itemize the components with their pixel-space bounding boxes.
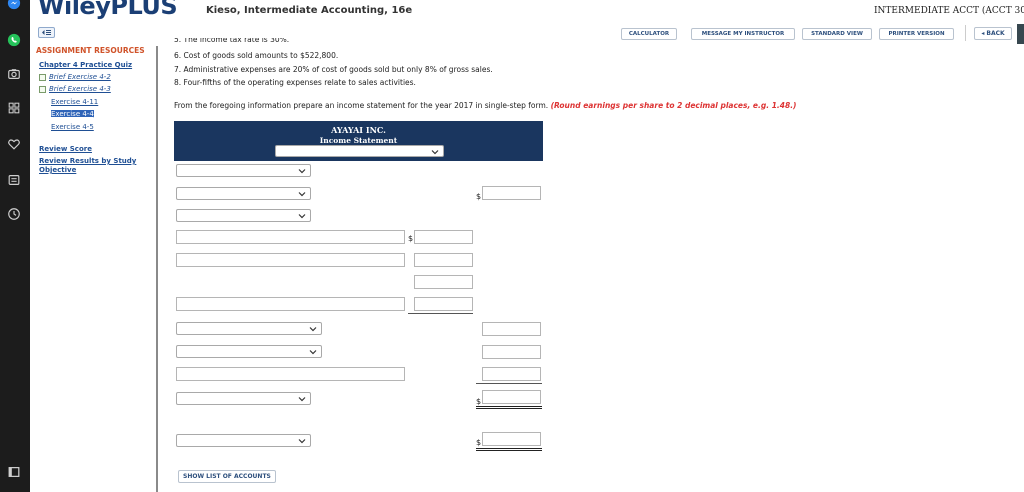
chevron-down-icon bbox=[298, 214, 306, 219]
course-title: INTERMEDIATE ACCT (ACCT 30 bbox=[874, 6, 1024, 16]
review-score-link[interactable]: Review Score bbox=[39, 145, 92, 153]
exercise-4-11-link[interactable]: Exercise 4-11 bbox=[51, 98, 98, 106]
account-select[interactable] bbox=[176, 187, 311, 200]
amount-input[interactable] bbox=[414, 230, 473, 244]
chevron-down-icon bbox=[298, 192, 306, 197]
wileyplus-logo: WileyPLUS bbox=[38, 0, 178, 20]
clock-icon[interactable] bbox=[6, 206, 22, 222]
subtotal-underline bbox=[408, 313, 473, 314]
problem-item-5: 5. The income tax rate is 30%. bbox=[174, 38, 290, 43]
amount-input[interactable] bbox=[482, 186, 541, 200]
brief-exercise-4-3-link[interactable]: Brief Exercise 4-3 bbox=[49, 85, 111, 93]
chevron-down-icon bbox=[309, 327, 317, 332]
company-name: AYAYAI INC. bbox=[331, 125, 386, 135]
amount-input[interactable] bbox=[482, 367, 541, 381]
checkbox-icon bbox=[39, 86, 46, 93]
eps-amount-input[interactable] bbox=[482, 432, 541, 446]
window-icon[interactable] bbox=[6, 464, 22, 480]
instruction-main: From the foregoing information prepare a… bbox=[174, 101, 549, 110]
account-select[interactable] bbox=[176, 164, 311, 177]
period-select[interactable] bbox=[275, 145, 444, 157]
problem-item-6: 6. Cost of goods sold amounts to $522,80… bbox=[174, 51, 339, 60]
printer-version-button[interactable]: PRINTER VERSION bbox=[879, 28, 954, 40]
sidebar-divider bbox=[156, 46, 158, 492]
problem-item-8: 8. Four-fifths of the operating expenses… bbox=[174, 78, 416, 87]
amount-input[interactable] bbox=[482, 390, 541, 404]
show-list-of-accounts-button[interactable]: SHOW LIST OF ACCOUNTS bbox=[178, 470, 276, 483]
account-text-input[interactable] bbox=[176, 230, 405, 244]
resources-heading: ASSIGNMENT RESOURCES bbox=[36, 46, 145, 55]
calculator-button[interactable]: CALCULATOR bbox=[621, 28, 677, 40]
account-select[interactable] bbox=[176, 434, 311, 447]
messenger-icon[interactable] bbox=[6, 0, 22, 11]
next-button-edge[interactable] bbox=[1017, 24, 1024, 44]
exercise-4-5-link[interactable]: Exercise 4-5 bbox=[51, 123, 94, 131]
review-results-link[interactable]: Review Results by Study bbox=[39, 157, 136, 165]
account-text-input[interactable] bbox=[176, 253, 405, 267]
account-select[interactable] bbox=[176, 322, 322, 335]
chevron-down-icon bbox=[298, 169, 306, 174]
app-sidebar-strip bbox=[0, 0, 30, 492]
standard-view-button[interactable]: STANDARD VIEW bbox=[802, 28, 872, 40]
dollar-sign: $ bbox=[408, 234, 414, 243]
amount-input[interactable] bbox=[414, 275, 473, 289]
dollar-sign: $ bbox=[476, 192, 482, 201]
amount-input[interactable] bbox=[482, 322, 541, 336]
collapse-sidebar-icon bbox=[42, 30, 51, 35]
instruction-text: From the foregoing information prepare a… bbox=[174, 101, 796, 110]
amount-input[interactable] bbox=[414, 297, 473, 311]
heart-icon[interactable] bbox=[6, 136, 22, 152]
double-underline bbox=[476, 406, 542, 409]
account-text-input[interactable] bbox=[176, 367, 405, 381]
review-results-link-cont[interactable]: Objective bbox=[39, 166, 76, 174]
amount-input[interactable] bbox=[414, 253, 473, 267]
dollar-sign: $ bbox=[476, 397, 482, 406]
chevron-down-icon bbox=[298, 397, 306, 402]
dollar-sign: $ bbox=[476, 438, 482, 447]
assignment-resources: ASSIGNMENT RESOURCES bbox=[36, 46, 156, 55]
book-title: Kieso, Intermediate Accounting, 16e bbox=[206, 5, 413, 16]
chevron-down-icon bbox=[431, 150, 439, 155]
apps-grid-icon[interactable] bbox=[6, 100, 22, 116]
chevron-down-icon bbox=[298, 439, 306, 444]
whatsapp-icon[interactable] bbox=[6, 32, 22, 48]
chapter-quiz-link[interactable]: Chapter 4 Practice Quiz bbox=[39, 61, 132, 69]
camera-icon[interactable] bbox=[6, 66, 22, 82]
exercise-4-4-link[interactable]: Exercise 4-4 bbox=[51, 110, 94, 118]
rounding-note: (Round earnings per share to 2 decimal p… bbox=[550, 101, 797, 110]
account-text-input[interactable] bbox=[176, 297, 405, 311]
checkbox-icon bbox=[39, 74, 46, 81]
account-select[interactable] bbox=[176, 392, 311, 405]
brief-exercise-4-2-link[interactable]: Brief Exercise 4-2 bbox=[49, 73, 111, 81]
problem-item-7: 7. Administrative expenses are 20% of co… bbox=[174, 65, 493, 74]
collapse-sidebar-button[interactable] bbox=[38, 27, 55, 38]
back-button[interactable]: ◂ BACK bbox=[974, 27, 1012, 40]
chevron-down-icon bbox=[309, 350, 317, 355]
statement-title: Income Statement bbox=[319, 136, 398, 145]
amount-input[interactable] bbox=[482, 345, 541, 359]
feed-icon[interactable] bbox=[6, 172, 22, 188]
account-select[interactable] bbox=[176, 209, 311, 222]
total-underline bbox=[476, 383, 542, 384]
account-select[interactable] bbox=[176, 345, 322, 358]
message-instructor-button[interactable]: MESSAGE MY INSTRUCTOR bbox=[691, 28, 795, 40]
toolbar-divider bbox=[965, 25, 966, 41]
double-underline bbox=[476, 448, 542, 451]
